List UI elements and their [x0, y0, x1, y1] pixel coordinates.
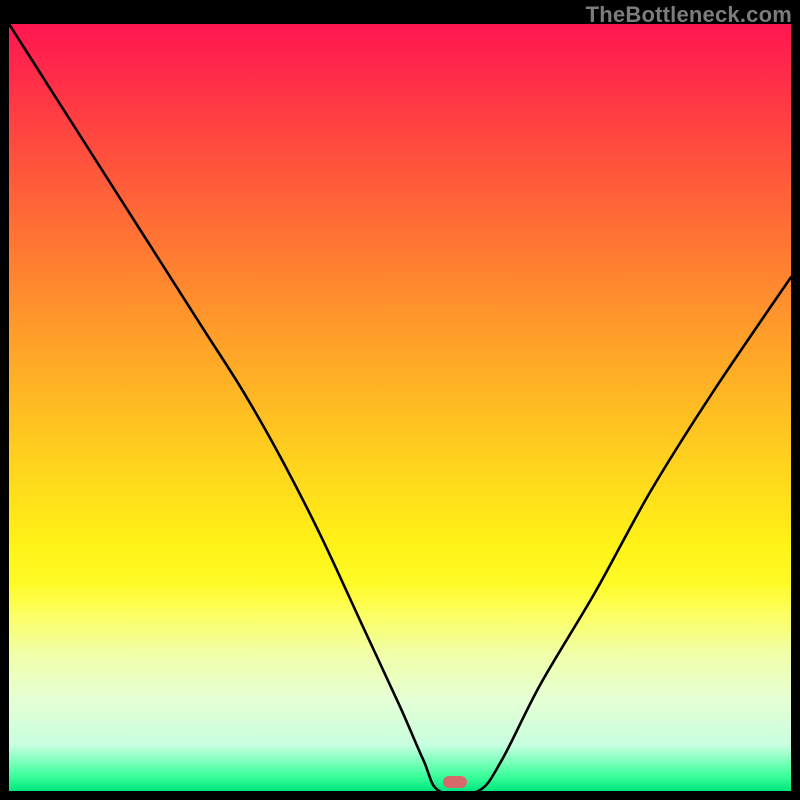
bottleneck-curve — [9, 24, 791, 791]
watermark-text: TheBottleneck.com — [586, 2, 792, 28]
chart-frame: TheBottleneck.com — [0, 0, 800, 800]
optimum-marker — [443, 776, 467, 788]
plot-canvas — [9, 24, 791, 791]
plot-area — [9, 24, 791, 791]
